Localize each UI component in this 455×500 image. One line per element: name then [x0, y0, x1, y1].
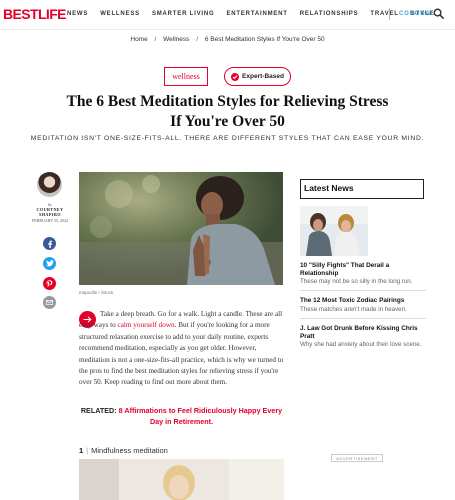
article-title: The 6 Best Meditation Styles for Relievi…: [66, 93, 389, 130]
breadcrumb-separator: /: [154, 36, 157, 43]
nav-item-travel[interactable]: TRAVEL: [370, 11, 398, 17]
nav-item-wellness[interactable]: WELLNESS: [100, 11, 140, 17]
nav-item-relationships[interactable]: RELATIONSHIPS: [300, 11, 359, 17]
check-icon: [231, 72, 240, 81]
pinterest-share-button[interactable]: [43, 277, 56, 290]
related-period: .: [211, 417, 214, 426]
nav-item-smarter-living[interactable]: SMARTER LIVING: [152, 11, 215, 17]
calm-yourself-down-link[interactable]: calm yourself down: [118, 321, 175, 329]
breadcrumb-home[interactable]: Home: [130, 36, 147, 43]
expert-based-label: Expert-Based: [242, 73, 284, 80]
breadcrumb-wellness[interactable]: Wellness: [163, 36, 189, 43]
breadcrumb-separator: /: [196, 36, 199, 43]
search-icon[interactable]: [433, 8, 444, 19]
article-intro-paragraph: Take a deep breath. Go for a walk. Light…: [79, 309, 284, 389]
related-label: RELATED:: [80, 406, 117, 415]
twitter-share-button[interactable]: [43, 257, 56, 270]
meditating-woman-illustration: [79, 172, 283, 285]
email-icon: [46, 300, 53, 305]
twitter-icon: [45, 260, 54, 267]
nav-item-entertainment[interactable]: ENTERTAINMENT: [226, 11, 287, 17]
section-image: [79, 459, 284, 500]
latest-news-item-1-dek: These may not be so silly in the long ru…: [300, 278, 413, 285]
advertisement-label: ADVERTISEMENT: [331, 454, 383, 462]
hero-image: [79, 172, 283, 285]
latest-news-item-3-title[interactable]: J. Law Got Drunk Before Kissing Chris Pr…: [300, 325, 426, 340]
intro-text-part-2: . But if you're looking for a more struc…: [79, 321, 284, 387]
sidebar-divider: [300, 290, 426, 291]
related-article-link[interactable]: 8 Affirmations to Feel Ridiculously Happ…: [119, 406, 283, 426]
nav-item-coronal[interactable]: CORONAL: [399, 11, 435, 17]
facebook-icon: [47, 240, 52, 248]
latest-news-image[interactable]: [300, 206, 368, 256]
article-subtitle: MEDITATION ISN'T ONE-SIZE-FITS-ALL. THER…: [30, 135, 425, 142]
email-share-button[interactable]: [43, 296, 56, 309]
breadcrumb-current: 6 Best Meditation Styles If You're Over …: [204, 36, 325, 43]
latest-news-item-2-dek: These matches aren't made in heaven.: [300, 306, 407, 313]
facebook-share-button[interactable]: [43, 237, 56, 250]
nav-divider: [389, 8, 390, 20]
author-avatar[interactable]: [37, 172, 62, 197]
site-logo[interactable]: BESTLIFE: [3, 6, 66, 22]
author-name[interactable]: COURTNEY SHAPIRO: [30, 207, 70, 217]
latest-news-item-3-dek: Why she had anxiety about their love sce…: [300, 341, 422, 348]
latest-news-item-1-title[interactable]: 10 "Silly Fights" That Derail a Relation…: [300, 262, 426, 277]
latest-news-item-2-title[interactable]: The 12 Most Toxic Zodiac Pairings: [300, 297, 426, 305]
expert-based-badge[interactable]: Expert-Based: [224, 67, 291, 86]
image-credit: mapodile / iStock: [79, 290, 114, 295]
related-article: RELATED: 8 Affirmations to Feel Ridiculo…: [79, 405, 284, 427]
pinterest-icon: [46, 279, 53, 287]
publish-date: FEBRUARY 25, 2024: [32, 218, 68, 223]
sidebar-divider: [300, 318, 426, 319]
category-tag[interactable]: wellness: [164, 67, 208, 86]
section-title: Mindfulness meditation: [91, 446, 168, 455]
section-bar: |: [86, 446, 89, 455]
breadcrumb: Home / Wellness / 6 Best Meditation Styl…: [0, 36, 455, 43]
nav-item-news[interactable]: NEWS: [67, 11, 88, 17]
section-heading: 1 | Mindfulness meditation: [79, 446, 168, 455]
latest-news-title: Latest News: [304, 183, 354, 193]
section-number: 1: [79, 446, 84, 455]
top-navigation-bar: BESTLIFE NEWS WELLNESS SMARTER LIVING EN…: [0, 0, 455, 30]
